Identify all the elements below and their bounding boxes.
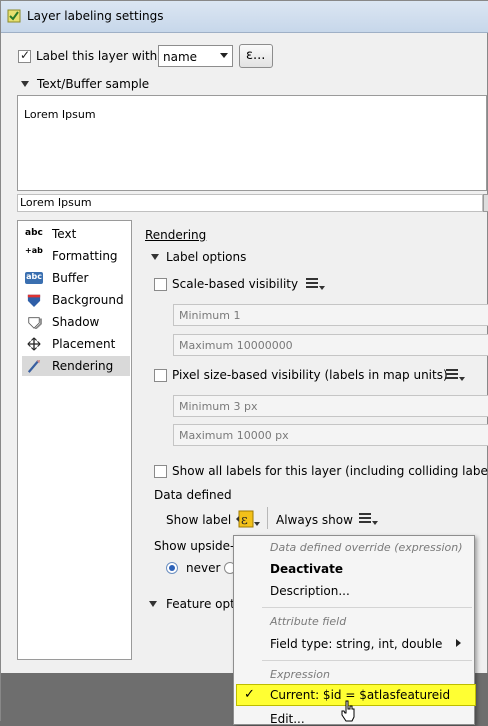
pixel-visibility-label: Pixel size-based visibility (labels in m… [172, 368, 448, 382]
rendering-icon [27, 359, 41, 373]
text-sample-preview: Lorem Ipsum [17, 95, 487, 191]
data-defined-override-icon[interactable] [304, 276, 326, 292]
menu-header-attribute-field: Attribute field [270, 615, 347, 628]
buffer-icon: abc [25, 272, 43, 284]
expression-button[interactable]: ε... [239, 44, 273, 68]
sidebar-item-background[interactable]: Background [22, 290, 130, 310]
sample-text-input[interactable]: Lorem Ipsum [17, 194, 483, 212]
sidebar-item-shadow[interactable]: Shadow [22, 312, 130, 332]
sidebar-item-label: Background [52, 293, 124, 307]
upside-down-label: Show upside-c [154, 539, 241, 553]
always-show-label: Always show [276, 513, 353, 527]
scale-minimum-placeholder: Minimum 1 [179, 309, 241, 322]
collapse-triangle-icon[interactable] [149, 601, 157, 607]
sidebar-item-buffer[interactable]: abc Buffer [22, 268, 130, 288]
window-title: Layer labeling settings [27, 9, 164, 23]
expression-button-label: ε... [246, 48, 266, 63]
show-all-labels-label: Show all labels for this layer (includin… [172, 464, 488, 478]
label-layer-checkbox[interactable] [18, 48, 31, 63]
sidebar-item-label: Text [52, 227, 77, 241]
show-all-labels-checkbox[interactable] [154, 465, 167, 478]
sidebar-item-rendering[interactable]: Rendering [22, 356, 130, 376]
never-radio[interactable] [166, 562, 178, 574]
collapse-triangle-icon[interactable] [151, 254, 159, 260]
sidebar-item-label: Placement [52, 337, 116, 351]
expression-override-icon[interactable]: ε [235, 510, 261, 528]
labeling-app-icon [7, 9, 21, 23]
never-radio-label: never [186, 561, 221, 575]
pixel-minimum-field[interactable]: Minimum 3 px [173, 395, 488, 417]
menu-item-field-type[interactable]: Field type: string, int, double [270, 637, 442, 651]
separator [267, 507, 268, 529]
data-defined-override-icon[interactable] [357, 511, 379, 527]
label-field-combo[interactable]: name [158, 45, 233, 67]
pixel-maximum-placeholder: Maximum 10000 px [179, 429, 289, 442]
sample-scroll-button[interactable] [483, 194, 488, 212]
sidebar-item-formatting[interactable]: +ab Formatting [22, 246, 130, 266]
mouse-cursor-icon [341, 700, 355, 722]
checkmark-icon: ✓ [244, 687, 255, 702]
sidebar-item-placement[interactable]: Placement [22, 334, 130, 354]
label-options-title: Label options [166, 250, 247, 264]
pixel-maximum-field[interactable]: Maximum 10000 px [173, 424, 488, 446]
sidebar-item-label: Buffer [52, 271, 89, 285]
sample-line-text: Lorem Ipsum [20, 196, 92, 209]
scale-visibility-checkbox[interactable] [154, 278, 167, 291]
scale-visibility-label: Scale-based visibility [172, 277, 299, 291]
pixel-minimum-placeholder: Minimum 3 px [179, 400, 258, 413]
placement-icon [27, 337, 41, 351]
data-defined-label: Data defined [154, 488, 232, 502]
sidebar-item-text[interactable]: abc Text [22, 224, 130, 244]
show-label-label: Show label [166, 513, 232, 527]
submenu-arrow-icon [456, 639, 461, 647]
pixel-visibility-checkbox[interactable] [154, 369, 167, 382]
formatting-icon: +ab [25, 246, 43, 255]
text-icon: abc [25, 228, 43, 238]
collapse-triangle-icon[interactable] [21, 81, 29, 87]
background-icon [27, 294, 41, 307]
layer-labeling-dialog: Layer labeling settings Label this layer… [0, 0, 488, 726]
chevron-down-icon [220, 53, 228, 58]
scale-maximum-field[interactable]: Maximum 10000000 [173, 334, 488, 356]
svg-text:ε: ε [241, 513, 248, 528]
rendering-section-title: Rendering [145, 228, 207, 242]
sample-section-title: Text/Buffer sample [37, 77, 150, 91]
menu-item-deactivate[interactable]: Deactivate [270, 562, 343, 576]
scale-minimum-field[interactable]: Minimum 1 [173, 304, 488, 326]
menu-item-description[interactable]: Description... [270, 584, 350, 598]
scale-maximum-placeholder: Maximum 10000000 [179, 339, 293, 352]
menu-separator [262, 660, 472, 661]
settings-category-list: abc Text +ab Formatting abc Buffer Backg… [17, 220, 132, 660]
menu-item-edit[interactable]: Edit... [270, 712, 305, 726]
radio-selected-dot [169, 565, 175, 571]
label-field-value: name [163, 50, 198, 64]
menu-header-expression-override: Data defined override (expression) [270, 541, 463, 554]
sidebar-item-label: Rendering [52, 359, 114, 373]
shadow-icon [28, 317, 42, 329]
menu-item-current-expression[interactable]: Current: $id = $atlasfeatureid [270, 688, 450, 702]
data-defined-override-icon[interactable] [444, 367, 466, 383]
menu-header-expression: Expression [270, 668, 330, 681]
sidebar-item-label: Formatting [52, 249, 118, 263]
menu-separator [262, 607, 472, 608]
label-layer-text: Label this layer with [36, 49, 158, 63]
title-bar[interactable]: Layer labeling settings [1, 1, 488, 33]
sidebar-item-label: Shadow [52, 315, 100, 329]
sample-text: Lorem Ipsum [24, 108, 96, 121]
data-defined-context-menu: Data defined override (expression) Deact… [233, 535, 476, 726]
